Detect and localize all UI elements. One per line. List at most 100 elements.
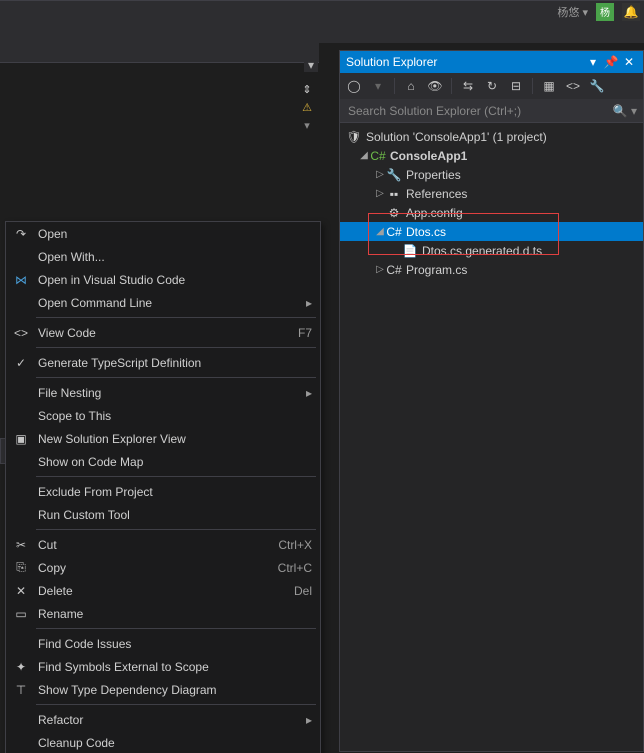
notification-icon[interactable]: 🔔: [622, 3, 640, 21]
ctx-vscode[interactable]: ⋈Open in Visual Studio Code: [6, 268, 320, 291]
expand-icon[interactable]: ◢: [374, 226, 386, 237]
diagram-icon: ⊤: [10, 683, 32, 697]
solution-explorer-title[interactable]: Solution Explorer ▾ 📌 ✕: [340, 51, 643, 73]
titlebar: 杨悠 ▾ 杨 🔔: [0, 0, 644, 43]
expand-icon[interactable]: ▷: [374, 188, 386, 199]
code-icon: <>: [10, 326, 32, 340]
solution-label: Solution 'ConsoleApp1' (1 project): [366, 130, 547, 144]
user-label[interactable]: 杨悠 ▾: [557, 4, 588, 20]
ctx-newse[interactable]: ▣New Solution Explorer View: [6, 427, 320, 450]
solution-node[interactable]: 🛡 Solution 'ConsoleApp1' (1 project): [340, 127, 643, 146]
separator: [36, 377, 316, 378]
back-icon[interactable]: ◯: [344, 76, 364, 96]
props-icon[interactable]: 🔧: [587, 76, 607, 96]
project-label: ConsoleApp1: [390, 149, 467, 163]
ctx-open[interactable]: ↷Open: [6, 222, 320, 245]
solution-explorer-toolbar: ◯ ▾ ⌂ 👁 ⇆ ↻ ⊟ ▦ <> 🔧: [340, 73, 643, 99]
window-icon: ▣: [10, 432, 32, 446]
csharp-file-icon: C#: [386, 224, 402, 240]
ctx-cut[interactable]: ✂CutCtrl+X: [6, 533, 320, 556]
code-icon[interactable]: <>: [563, 76, 583, 96]
dropdown-icon[interactable]: ▾: [304, 58, 318, 72]
program-node[interactable]: ▷ C# Program.cs: [340, 260, 643, 279]
ctx-refactor[interactable]: Refactor▸: [6, 708, 320, 731]
delete-icon: ✕: [10, 584, 32, 598]
ctx-viewcode[interactable]: <>View CodeF7: [6, 321, 320, 344]
ctx-typedep[interactable]: ⊤Show Type Dependency Diagram: [6, 678, 320, 701]
home-icon[interactable]: ⌂: [401, 76, 421, 96]
ctx-cmd[interactable]: Open Command Line▸: [6, 291, 320, 314]
submenu-icon: ▸: [300, 296, 312, 310]
ctx-filenesting[interactable]: File Nesting▸: [6, 381, 320, 404]
dtos-label: Dtos.cs: [406, 225, 446, 239]
split-icon[interactable]: ⇕: [299, 82, 315, 96]
cut-icon: ✂: [10, 538, 32, 552]
appconfig-node[interactable]: ⚙ App.config: [340, 203, 643, 222]
properties-label: Properties: [406, 168, 461, 182]
copy-icon: ⎘: [10, 560, 32, 575]
references-label: References: [406, 187, 467, 201]
vscode-icon: ⋈: [10, 273, 32, 287]
panel-title-label: Solution Explorer: [346, 55, 437, 69]
collapse-icon[interactable]: ⊟: [506, 76, 526, 96]
dtos-generated-label: Dtos.cs.generated.d.ts: [422, 244, 542, 258]
showall-icon[interactable]: ▦: [539, 76, 559, 96]
expand-icon[interactable]: ▷: [374, 169, 386, 180]
solution-explorer-panel: Solution Explorer ▾ 📌 ✕ ◯ ▾ ⌂ 👁 ⇆ ↻ ⊟ ▦ …: [339, 50, 644, 752]
avatar[interactable]: 杨: [596, 3, 614, 21]
separator: [36, 628, 316, 629]
config-icon: ⚙: [386, 205, 402, 221]
program-label: Program.cs: [406, 263, 467, 277]
ctx-delete[interactable]: ✕DeleteDel: [6, 579, 320, 602]
sync-icon[interactable]: ⇆: [458, 76, 478, 96]
ctx-openwith[interactable]: Open With...: [6, 245, 320, 268]
separator: [36, 476, 316, 477]
wrench-icon: 🔧: [386, 167, 402, 183]
dtos-node[interactable]: ◢ C# Dtos.cs: [340, 222, 643, 241]
dtos-generated-node[interactable]: 📄 Dtos.cs.generated.d.ts: [340, 241, 643, 260]
ctx-runtool[interactable]: Run Custom Tool: [6, 503, 320, 526]
check-icon: ✓: [10, 356, 32, 370]
search-icon[interactable]: 🔍 ▾: [613, 104, 637, 118]
ctx-cleanup[interactable]: Cleanup Code: [6, 731, 320, 753]
separator: [36, 347, 316, 348]
open-icon: ↷: [10, 227, 32, 241]
close-icon[interactable]: ✕: [621, 54, 637, 70]
ctx-gents[interactable]: ✓Generate TypeScript Definition: [6, 351, 320, 374]
ctx-exclude[interactable]: Exclude From Project: [6, 480, 320, 503]
editor-gutter: ⇕ ⚠ ▾: [297, 82, 317, 132]
solution-icon: 🛡: [346, 129, 362, 145]
fwd-icon[interactable]: ▾: [368, 76, 388, 96]
solution-explorer-search[interactable]: 🔍 ▾: [340, 99, 643, 123]
expand-icon[interactable]: ▷: [374, 264, 386, 275]
references-node[interactable]: ▷ ▪▪ References: [340, 184, 643, 203]
search-input[interactable]: [346, 103, 613, 119]
submenu-icon: ▸: [300, 386, 312, 400]
properties-node[interactable]: ▷ 🔧 Properties: [340, 165, 643, 184]
csharp-project-icon: C#: [370, 148, 386, 164]
project-node[interactable]: ◢ C# ConsoleApp1: [340, 146, 643, 165]
separator: [36, 704, 316, 705]
ctx-rename[interactable]: ▭Rename: [6, 602, 320, 625]
pin-icon[interactable]: 📌: [603, 54, 619, 70]
ctx-codemap[interactable]: Show on Code Map: [6, 450, 320, 473]
separator: [36, 529, 316, 530]
separator: [36, 317, 316, 318]
scope-icon[interactable]: 👁: [425, 76, 445, 96]
ts-file-icon: 📄: [402, 243, 418, 259]
ctx-findissues[interactable]: Find Code Issues: [6, 632, 320, 655]
down-icon[interactable]: ▾: [299, 118, 315, 132]
find-icon: ✦: [10, 660, 32, 674]
context-menu: ↷Open Open With... ⋈Open in Visual Studi…: [5, 221, 321, 753]
ctx-findsymbols[interactable]: ✦Find Symbols External to Scope: [6, 655, 320, 678]
csharp-file-icon: C#: [386, 262, 402, 278]
refresh-icon[interactable]: ↻: [482, 76, 502, 96]
dropdown-icon[interactable]: ▾: [585, 54, 601, 70]
expand-icon[interactable]: ◢: [358, 150, 370, 161]
solution-tree: 🛡 Solution 'ConsoleApp1' (1 project) ◢ C…: [340, 123, 643, 283]
appconfig-label: App.config: [406, 206, 463, 220]
ctx-copy[interactable]: ⎘CopyCtrl+C: [6, 556, 320, 579]
rename-icon: ▭: [10, 607, 32, 621]
submenu-icon: ▸: [300, 713, 312, 727]
ctx-scope[interactable]: Scope to This: [6, 404, 320, 427]
